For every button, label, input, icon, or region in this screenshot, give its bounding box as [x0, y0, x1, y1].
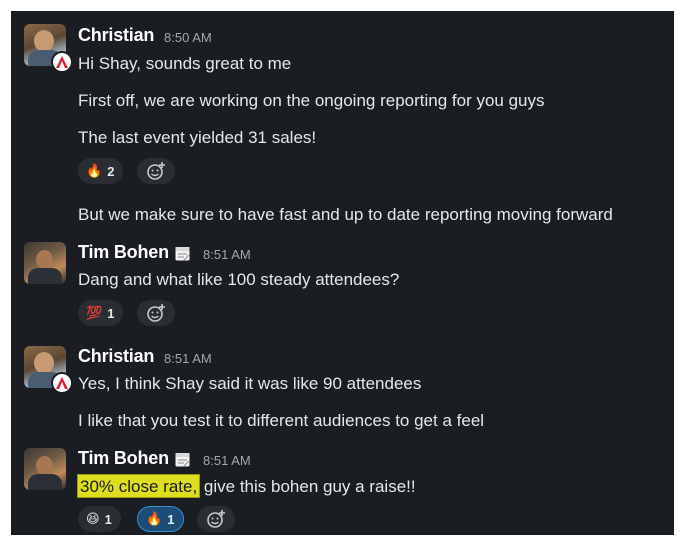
add-reaction-icon — [147, 162, 165, 180]
avatar-face — [34, 352, 54, 374]
add-reaction-icon — [207, 510, 225, 528]
author-name[interactable]: Christian — [78, 25, 154, 46]
message-text: First off, we are working on the ongoing… — [78, 91, 545, 110]
reaction-fire-active[interactable]: 🔥 1 — [137, 506, 185, 532]
message-text: Hi Shay, sounds great to me — [78, 54, 292, 73]
laughing-emoji-icon: 😆 — [86, 511, 100, 526]
message-text: 30% close rate, give this bohen guy a ra… — [76, 474, 416, 498]
reaction-hundred[interactable]: 💯 1 — [78, 300, 124, 326]
calendar-icon — [175, 247, 190, 261]
timestamp[interactable]: 8:50 AM — [164, 30, 212, 45]
add-reaction-icon — [147, 304, 165, 322]
reaction-count: 1 — [167, 511, 175, 527]
avatar-body — [28, 474, 62, 490]
reaction-count: 1 — [104, 511, 112, 527]
avatar[interactable] — [24, 242, 66, 284]
avatar-face — [36, 250, 53, 269]
timestamp[interactable]: 8:51 AM — [203, 247, 251, 262]
fire-emoji-icon: 🔥 — [146, 511, 163, 526]
app-logo-badge-icon — [51, 372, 73, 394]
fire-emoji-icon: 🔥 — [86, 163, 103, 178]
avatar-body — [28, 268, 62, 284]
avatar[interactable] — [24, 448, 66, 490]
avatar-face — [34, 30, 54, 52]
message-text: The last event yielded 31 sales! — [78, 128, 317, 147]
reaction-count: 1 — [107, 305, 115, 321]
add-reaction-button[interactable] — [137, 300, 175, 326]
message-text: Yes, I think Shay said it was like 90 at… — [78, 374, 422, 393]
reaction-fire[interactable]: 🔥 2 — [78, 158, 124, 184]
author-name[interactable]: Tim Bohen — [78, 242, 169, 263]
message-text: But we make sure to have fast and up to … — [78, 205, 613, 224]
avatar-face — [36, 456, 53, 475]
add-reaction-button[interactable] — [137, 158, 175, 184]
message-text-rest: give this bohen guy a raise!! — [199, 477, 416, 496]
highlighted-text: 30% close rate, — [76, 474, 201, 498]
author-name[interactable]: Christian — [78, 346, 154, 367]
message-text: I like that you test it to different aud… — [78, 411, 485, 430]
timestamp[interactable]: 8:51 AM — [203, 453, 251, 468]
chat-frame: Christian 8:50 AM Hi Shay, sounds great … — [11, 11, 674, 535]
message-text: Dang and what like 100 steady attendees? — [78, 270, 400, 289]
hundred-points-emoji-icon: 💯 — [86, 305, 103, 320]
calendar-icon — [175, 453, 190, 467]
reaction-count: 2 — [107, 163, 115, 179]
timestamp[interactable]: 8:51 AM — [164, 351, 212, 366]
author-name[interactable]: Tim Bohen — [78, 448, 169, 469]
reaction-laughing[interactable]: 😆 1 — [78, 506, 121, 532]
add-reaction-button[interactable] — [197, 506, 235, 532]
app-logo-badge-icon — [51, 51, 73, 73]
